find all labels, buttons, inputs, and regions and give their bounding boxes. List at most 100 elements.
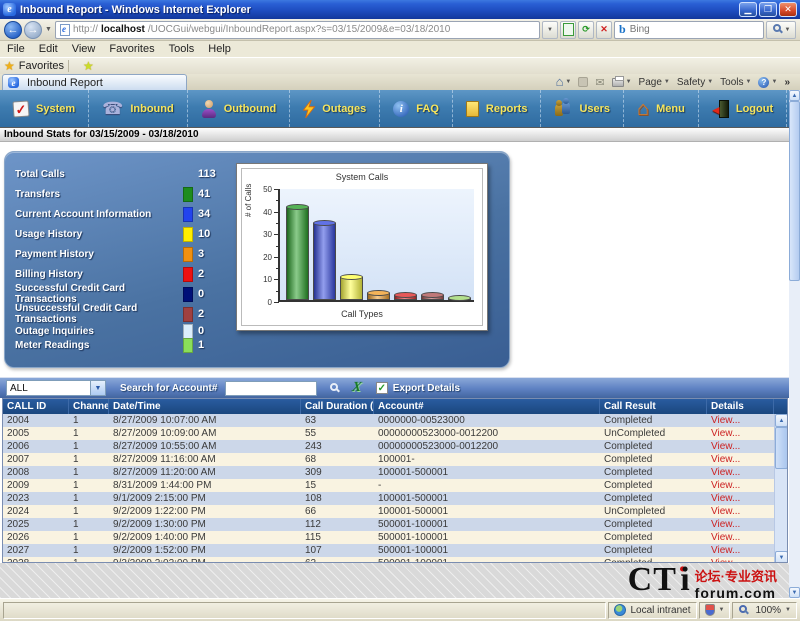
- bing-logo-icon: b: [619, 22, 626, 37]
- search-box[interactable]: b: [614, 21, 764, 39]
- table-row: 200918/31/2009 1:44:00 PM15-CompletedVie…: [3, 479, 787, 492]
- view-details-link[interactable]: View...: [707, 414, 774, 427]
- close-button[interactable]: ✕: [779, 2, 797, 17]
- tools-menu[interactable]: Tools▼: [720, 77, 751, 88]
- minimize-button[interactable]: ▁: [739, 2, 757, 17]
- help-button[interactable]: ?▼: [758, 77, 777, 88]
- view-details-link[interactable]: View...: [707, 440, 774, 453]
- address-input[interactable]: http:// localhost /UOCGui/webgui/Inbound…: [55, 21, 540, 39]
- account-search-input[interactable]: [225, 381, 317, 396]
- favorites-bar: ★ Favorites ★: [0, 57, 800, 74]
- zoom-control[interactable]: 100% ▼: [732, 602, 797, 619]
- scroll-down-icon[interactable]: ▼: [789, 587, 800, 598]
- view-details-link[interactable]: View...: [707, 492, 774, 505]
- nav-outages[interactable]: Outages: [290, 90, 380, 127]
- favorites-label[interactable]: Favorites: [19, 60, 64, 72]
- nav-outbound[interactable]: Outbound: [188, 90, 291, 127]
- column-header[interactable]: Account#: [374, 399, 600, 414]
- nav-menu[interactable]: ⌂Menu: [624, 90, 699, 127]
- view-details-link[interactable]: View...: [707, 427, 774, 440]
- table-cell: 1: [69, 505, 109, 518]
- stat-value: 2: [198, 308, 204, 320]
- column-header[interactable]: Details: [707, 399, 774, 414]
- column-header[interactable]: Channel: [69, 399, 109, 414]
- maximize-button[interactable]: ❐: [759, 2, 777, 17]
- view-details-link[interactable]: View...: [707, 453, 774, 466]
- window-title: Inbound Report - Windows Internet Explor…: [20, 4, 737, 16]
- column-header[interactable]: Call Result: [600, 399, 707, 414]
- bottom-strip: CT˙i 论坛·专业资讯 forum.com: [0, 563, 789, 598]
- menu-edit[interactable]: Edit: [32, 43, 65, 55]
- history-dropdown-icon[interactable]: ▼: [44, 26, 53, 33]
- forward-button[interactable]: →: [24, 21, 42, 39]
- view-details-link[interactable]: View...: [707, 531, 774, 544]
- menu-file[interactable]: File: [0, 43, 32, 55]
- scrollbar-thumb[interactable]: [775, 427, 788, 469]
- address-bar: ← → ▼ http:// localhost /UOCGui/webgui/I…: [0, 19, 800, 41]
- back-button[interactable]: ←: [4, 21, 22, 39]
- chart-bar-top: [313, 220, 336, 226]
- menu-help[interactable]: Help: [201, 43, 238, 55]
- chart-y-axis-label: # of Calls: [244, 184, 253, 217]
- stat-color-chip: [183, 227, 193, 242]
- faq-icon: i: [393, 101, 409, 117]
- nav-reports[interactable]: Reports: [453, 90, 542, 127]
- tab-inbound-report[interactable]: e Inbound Report: [2, 74, 187, 90]
- menu-bar: FileEditViewFavoritesToolsHelp: [0, 41, 800, 57]
- status-message-pane: [3, 602, 606, 619]
- table-cell: 2025: [3, 518, 69, 531]
- chevron-overflow-icon[interactable]: »: [784, 77, 790, 88]
- page-content: ✓System☎InboundOutboundOutagesiFAQReport…: [0, 90, 800, 598]
- excel-export-icon[interactable]: X: [351, 380, 363, 396]
- nav-users[interactable]: Users: [541, 90, 624, 127]
- view-details-link[interactable]: View...: [707, 479, 774, 492]
- table-header-row: CALL IDChannelDate/TimeCall Duration (se…: [3, 399, 787, 414]
- nav-faq[interactable]: iFAQ: [380, 90, 453, 127]
- menu-view[interactable]: View: [65, 43, 103, 55]
- nav-inbound[interactable]: ☎Inbound: [89, 90, 188, 127]
- safety-menu[interactable]: Safety▼: [677, 77, 713, 88]
- browser-scrollbar[interactable]: ▲ ▼: [789, 90, 800, 598]
- home-button[interactable]: ⌂▼: [556, 77, 572, 87]
- view-details-link[interactable]: View...: [707, 518, 774, 531]
- menu-favorites[interactable]: Favorites: [102, 43, 161, 55]
- add-favorite-icon[interactable]: ★: [73, 59, 98, 73]
- view-details-link[interactable]: View...: [707, 466, 774, 479]
- table-cell: 2006: [3, 440, 69, 453]
- column-header[interactable]: Date/Time: [109, 399, 301, 414]
- table-scrollbar[interactable]: ▲ ▼: [774, 414, 787, 563]
- address-dropdown-button[interactable]: ▼: [542, 21, 558, 39]
- table-cell: 100001-: [374, 453, 600, 466]
- page-menu[interactable]: Page▼: [639, 77, 670, 88]
- axis-tick: [274, 302, 279, 303]
- view-details-link[interactable]: View...: [707, 544, 774, 557]
- export-details-checkbox[interactable]: ✓: [376, 382, 388, 394]
- tab-row: e Inbound Report ⌂▼ ✉ ▼ Page▼ Safety▼ To…: [0, 74, 800, 90]
- reports-icon: [466, 101, 479, 117]
- mail-icon[interactable]: ✉: [595, 76, 604, 89]
- nav-system[interactable]: ✓System: [0, 90, 89, 127]
- watermark-domain: forum.com: [695, 585, 777, 598]
- scope-select[interactable]: ALL ▼: [6, 380, 106, 396]
- scrollbar-thumb[interactable]: [789, 101, 800, 281]
- view-details-link[interactable]: View...: [707, 505, 774, 518]
- print-button[interactable]: ▼: [612, 78, 632, 87]
- search-icon[interactable]: [329, 382, 342, 395]
- scroll-down-icon[interactable]: ▼: [775, 551, 788, 563]
- nav-logout[interactable]: ◄Logout: [699, 90, 787, 127]
- feeds-icon[interactable]: [578, 77, 588, 87]
- stat-label: Billing History: [15, 269, 183, 280]
- column-header[interactable]: Call Duration (sec): [301, 399, 374, 414]
- bing-search-input[interactable]: [630, 24, 759, 35]
- menu-tools[interactable]: Tools: [162, 43, 202, 55]
- search-go-button[interactable]: ▼: [766, 21, 796, 39]
- column-header[interactable]: CALL ID: [3, 399, 69, 414]
- refresh-button[interactable]: ⟳: [578, 21, 594, 39]
- compatibility-view-button[interactable]: [560, 21, 576, 39]
- scroll-up-icon[interactable]: ▲: [789, 90, 800, 101]
- stop-button[interactable]: ✕: [596, 21, 612, 39]
- stat-value: 113: [198, 168, 216, 180]
- protected-mode-pane[interactable]: ▼: [699, 602, 731, 619]
- favorites-star-icon[interactable]: ★: [0, 59, 19, 73]
- scroll-up-icon[interactable]: ▲: [775, 414, 788, 427]
